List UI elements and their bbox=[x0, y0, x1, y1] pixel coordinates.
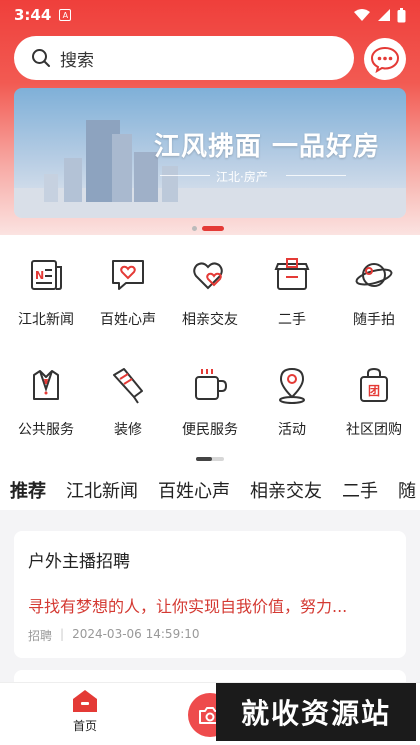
grid-label: 社区团购 bbox=[346, 422, 402, 438]
tab-dating[interactable]: 相亲交友 bbox=[250, 477, 322, 503]
heart-message-icon bbox=[112, 260, 144, 290]
grid-item-public-service[interactable]: 公共服务 bbox=[4, 365, 88, 439]
grid-label: 便民服务 bbox=[182, 422, 238, 438]
post-meta: 招聘 | 2024-03-06 14:59:10 bbox=[28, 627, 200, 644]
message-button[interactable] bbox=[364, 38, 406, 80]
grid-page-indicator bbox=[196, 457, 224, 461]
post-description: 寻找有梦想的人，让你实现自我价值，努力... bbox=[28, 597, 348, 616]
battery-icon bbox=[397, 7, 406, 22]
tab-bar: 推荐 江北新闻 百姓心声 相亲交友 二手 随 bbox=[0, 470, 420, 510]
tab-news[interactable]: 江北新闻 bbox=[66, 477, 138, 503]
tab-recommend[interactable]: 推荐 bbox=[10, 477, 46, 503]
cup-icon bbox=[195, 369, 228, 400]
search-placeholder: 搜索 bbox=[60, 50, 94, 71]
planet-icon bbox=[355, 263, 393, 287]
chat-bubble-icon bbox=[370, 46, 400, 73]
grid-item-convenience[interactable]: 便民服务 bbox=[168, 365, 252, 439]
grid-label: 江北新闻 bbox=[18, 312, 74, 328]
double-heart-icon bbox=[193, 262, 223, 290]
post-category: 招聘 bbox=[28, 629, 53, 643]
grid-label: 活动 bbox=[278, 422, 306, 438]
meta-separator: | bbox=[60, 627, 65, 641]
post-time: 2024-03-06 14:59:10 bbox=[72, 627, 200, 641]
paint-brush-icon bbox=[113, 368, 143, 404]
svg-text:N: N bbox=[35, 269, 44, 282]
app-notification-icon: A bbox=[59, 9, 72, 21]
grid-item-news[interactable]: N 江北新闻 bbox=[4, 255, 88, 329]
newspaper-icon: N bbox=[31, 260, 62, 290]
grid-label: 相亲交友 bbox=[182, 312, 238, 328]
banner-subtitle: 江北·房产 bbox=[216, 170, 268, 184]
banner-dot bbox=[192, 226, 197, 231]
grid-item-dating[interactable]: 相亲交友 bbox=[168, 255, 252, 329]
banner-line-left bbox=[160, 175, 210, 176]
home-icon bbox=[73, 690, 97, 712]
signal-icon bbox=[378, 9, 390, 21]
tab-secondhand[interactable]: 二手 bbox=[342, 477, 378, 503]
banner-title: 江风拂面 一品好房 bbox=[154, 132, 381, 162]
promo-banner[interactable]: 江风拂面 一品好房 江北·房产 bbox=[14, 88, 406, 218]
search-icon bbox=[32, 49, 50, 67]
grid-item-secondhand[interactable]: 二手 bbox=[250, 255, 334, 329]
grid-item-voice[interactable]: 百姓心声 bbox=[86, 255, 170, 329]
svg-text:团: 团 bbox=[368, 384, 380, 398]
grid-page-indicator-active bbox=[196, 457, 212, 461]
wifi-icon bbox=[354, 9, 370, 21]
grid-item-decoration[interactable]: 装修 bbox=[86, 365, 170, 439]
banner-dot-active bbox=[202, 226, 224, 231]
banner-line-right bbox=[286, 175, 346, 176]
grid-label: 二手 bbox=[278, 312, 306, 328]
category-panel: N 江北新闻 百姓心声 相亲交友 二手 随手拍 公共服务 装修 便民服务 活动 … bbox=[0, 235, 420, 510]
grid-label: 随手拍 bbox=[353, 312, 395, 328]
shopping-bag-icon: 团 bbox=[360, 367, 388, 402]
grid-item-activity[interactable]: 活动 bbox=[250, 365, 334, 439]
watermark: 就收资源站 bbox=[216, 683, 416, 741]
nav-home-label: 首页 bbox=[72, 719, 97, 733]
status-bar: 3:44 A bbox=[0, 0, 420, 30]
grid-item-group-buy[interactable]: 团 社区团购 bbox=[332, 365, 416, 439]
post-card[interactable]: 户外主播招聘 寻找有梦想的人，让你实现自我价值，努力... 招聘 | 2024-… bbox=[14, 531, 406, 658]
grid-label: 百姓心声 bbox=[100, 312, 156, 328]
post-title: 户外主播招聘 bbox=[28, 552, 130, 572]
tab-snapshot[interactable]: 随 bbox=[398, 477, 416, 503]
status-time: 3:44 bbox=[14, 6, 52, 24]
nav-home[interactable]: 首页 bbox=[72, 689, 98, 734]
tab-voice[interactable]: 百姓心声 bbox=[158, 477, 230, 503]
grid-label: 装修 bbox=[114, 422, 142, 438]
box-icon bbox=[274, 258, 310, 290]
banner-indicator bbox=[192, 226, 224, 231]
grid-label: 公共服务 bbox=[18, 422, 74, 438]
grid-item-snapshot[interactable]: 随手拍 bbox=[332, 255, 416, 329]
suit-icon bbox=[33, 370, 59, 400]
search-input[interactable]: 搜索 bbox=[14, 36, 354, 80]
location-pin-icon bbox=[279, 367, 305, 404]
